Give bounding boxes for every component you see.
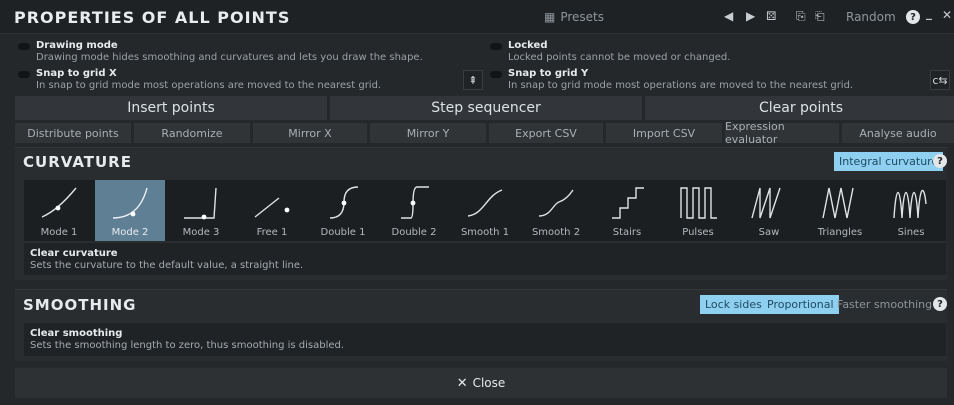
snap-x-desc: In snap to grid mode most operations are…	[36, 80, 382, 91]
pulses-curve-icon	[680, 187, 717, 219]
smooth-1-curve-icon	[467, 189, 503, 217]
curvature-info-title: Clear curvature	[30, 248, 118, 259]
curve-mode-1[interactable]: Mode 1	[24, 180, 94, 241]
curve-mode-label: Mode 3	[182, 227, 220, 238]
curve-smooth-1[interactable]: Smooth 1	[450, 180, 520, 241]
mode-2-curve-icon	[112, 187, 148, 219]
drawing-mode-desc: Drawing mode hides smoothing and curvatu…	[36, 52, 423, 63]
snap-y-grid-button[interactable]: c⇆	[930, 70, 950, 90]
close-label: Close	[472, 376, 506, 390]
copy-icon[interactable]: ⎘	[796, 9, 806, 24]
lock-sides-toggle[interactable]: Lock sides	[700, 295, 767, 314]
smoothing-info-desc: Sets the smoothing length to zero, thus …	[30, 340, 345, 351]
snap-x-toggle[interactable]	[18, 71, 30, 78]
curve-mode-label: Sines	[897, 227, 925, 238]
curve-mode-label: Mode 2	[111, 227, 149, 238]
free-1-curve-icon	[254, 197, 290, 218]
snap-y-toggle[interactable]	[490, 71, 502, 78]
locked-desc: Locked points cannot be moved or changed…	[508, 52, 731, 63]
grid-icon: ▦	[544, 10, 556, 24]
smoothing-title: SMOOTHING	[23, 296, 137, 314]
title-bar: PROPERTIES OF ALL POINTS ▦ Presets ◀ ▶ ⚄…	[0, 0, 954, 34]
curve-stairs[interactable]: Stairs	[592, 180, 662, 241]
curve-mode-label: Double 2	[391, 227, 437, 238]
triangles-curve-icon	[822, 187, 854, 219]
close-button[interactable]: ✕ Close	[15, 368, 947, 398]
curve-mode-3[interactable]: Mode 3	[166, 180, 236, 241]
mirror-y-button[interactable]: Mirror Y	[370, 123, 486, 143]
smoothing-help-icon[interactable]: ?	[933, 297, 947, 311]
curvature-help-icon[interactable]: ?	[933, 154, 947, 168]
properties-window: PROPERTIES OF ALL POINTS ▦ Presets ◀ ▶ ⚄…	[0, 0, 954, 405]
insert-points-button[interactable]: Insert points	[15, 96, 327, 120]
random-button[interactable]: Random	[846, 10, 896, 24]
expression-evaluator-button[interactable]: Expression evaluator	[725, 120, 839, 146]
mode-1-curve-icon	[41, 187, 77, 218]
curve-free-1[interactable]: Free 1	[237, 180, 307, 241]
curve-mode-label: Pulses	[682, 227, 714, 238]
curve-mode-label: Triangles	[817, 227, 863, 238]
stairs-curve-icon	[612, 187, 644, 219]
snap-y-desc: In snap to grid mode most operations are…	[508, 80, 854, 91]
close-icon[interactable]: ✕	[942, 8, 952, 22]
sines-curve-icon	[893, 189, 927, 219]
curvature-info-box: Clear curvature Sets the curvature to th…	[24, 243, 946, 275]
snap-x-grid-button[interactable]: ⇞	[463, 70, 483, 90]
saw-curve-icon	[751, 187, 781, 219]
curve-mode-label: Mode 1	[40, 227, 78, 238]
analyse-audio-button[interactable]: Analyse audio	[842, 123, 954, 143]
smoothing-info-title: Clear smoothing	[30, 328, 123, 339]
curve-mode-label: Free 1	[256, 227, 288, 238]
export-csv-button[interactable]: Export CSV	[489, 123, 603, 143]
integral-curvature-toggle[interactable]: Integral curvature	[834, 152, 944, 171]
curve-mode-label: Smooth 1	[460, 227, 510, 238]
curve-mode-label: Stairs	[612, 227, 642, 238]
window-title: PROPERTIES OF ALL POINTS	[14, 8, 291, 27]
locked-toggle[interactable]	[490, 43, 502, 50]
paste-icon[interactable]: ⎗	[815, 9, 825, 24]
curve-mode-label: Double 1	[320, 227, 366, 238]
presets-label: Presets	[560, 10, 605, 24]
curve-pulses[interactable]: Pulses	[663, 180, 733, 241]
smoothing-info-box: Clear smoothing Sets the smoothing lengt…	[24, 323, 946, 356]
curve-double-2[interactable]: Double 2	[379, 180, 449, 241]
curvature-title: CURVATURE	[23, 153, 132, 171]
dice-icon[interactable]: ⚄	[766, 9, 776, 23]
curve-mode-2[interactable]: Mode 2	[95, 180, 165, 241]
drawing-mode-label: Drawing mode	[36, 40, 118, 51]
help-icon[interactable]: ?	[906, 10, 920, 24]
step-sequencer-button[interactable]: Step sequencer	[330, 96, 642, 120]
double-2-curve-icon	[401, 186, 429, 219]
mode-3-curve-icon	[184, 187, 217, 220]
locked-label: Locked	[508, 40, 548, 51]
import-csv-button[interactable]: Import CSV	[606, 123, 722, 143]
curve-sines[interactable]: Sines	[876, 180, 946, 241]
drawing-mode-toggle[interactable]	[18, 43, 30, 50]
curvature-info-desc: Sets the curvature to the default value,…	[30, 260, 304, 271]
curve-double-1[interactable]: Double 1	[308, 180, 378, 241]
previous-arrow-icon[interactable]: ◀	[724, 9, 733, 23]
presets-button[interactable]: ▦ Presets	[544, 10, 604, 24]
curve-saw[interactable]: Saw	[734, 180, 804, 241]
close-x-icon: ✕	[456, 375, 468, 391]
proportional-toggle[interactable]: Proportional	[762, 295, 839, 314]
faster-smoothing-toggle[interactable]: Faster smoothing	[832, 295, 937, 314]
curve-smooth-2[interactable]: Smooth 2	[521, 180, 591, 241]
curvature-mode-strip: Mode 1 Mode 2 Mode 3 Free 1 Double 1 Dou…	[24, 180, 946, 241]
curve-triangles[interactable]: Triangles	[805, 180, 875, 241]
mirror-x-button[interactable]: Mirror X	[253, 123, 367, 143]
double-1-curve-icon	[329, 186, 359, 219]
curve-mode-label: Smooth 2	[531, 227, 581, 238]
snap-x-label: Snap to grid X	[36, 68, 117, 79]
next-arrow-icon[interactable]: ▶	[746, 9, 755, 23]
curve-mode-label: Saw	[758, 227, 780, 238]
snap-y-label: Snap to grid Y	[508, 68, 589, 79]
smooth-2-curve-icon	[538, 189, 574, 217]
distribute-points-button[interactable]: Distribute points	[15, 123, 131, 143]
randomize-button[interactable]: Randomize	[134, 123, 250, 143]
clear-points-button[interactable]: Clear points	[645, 96, 954, 120]
minimize-icon[interactable]: _	[926, 6, 932, 20]
